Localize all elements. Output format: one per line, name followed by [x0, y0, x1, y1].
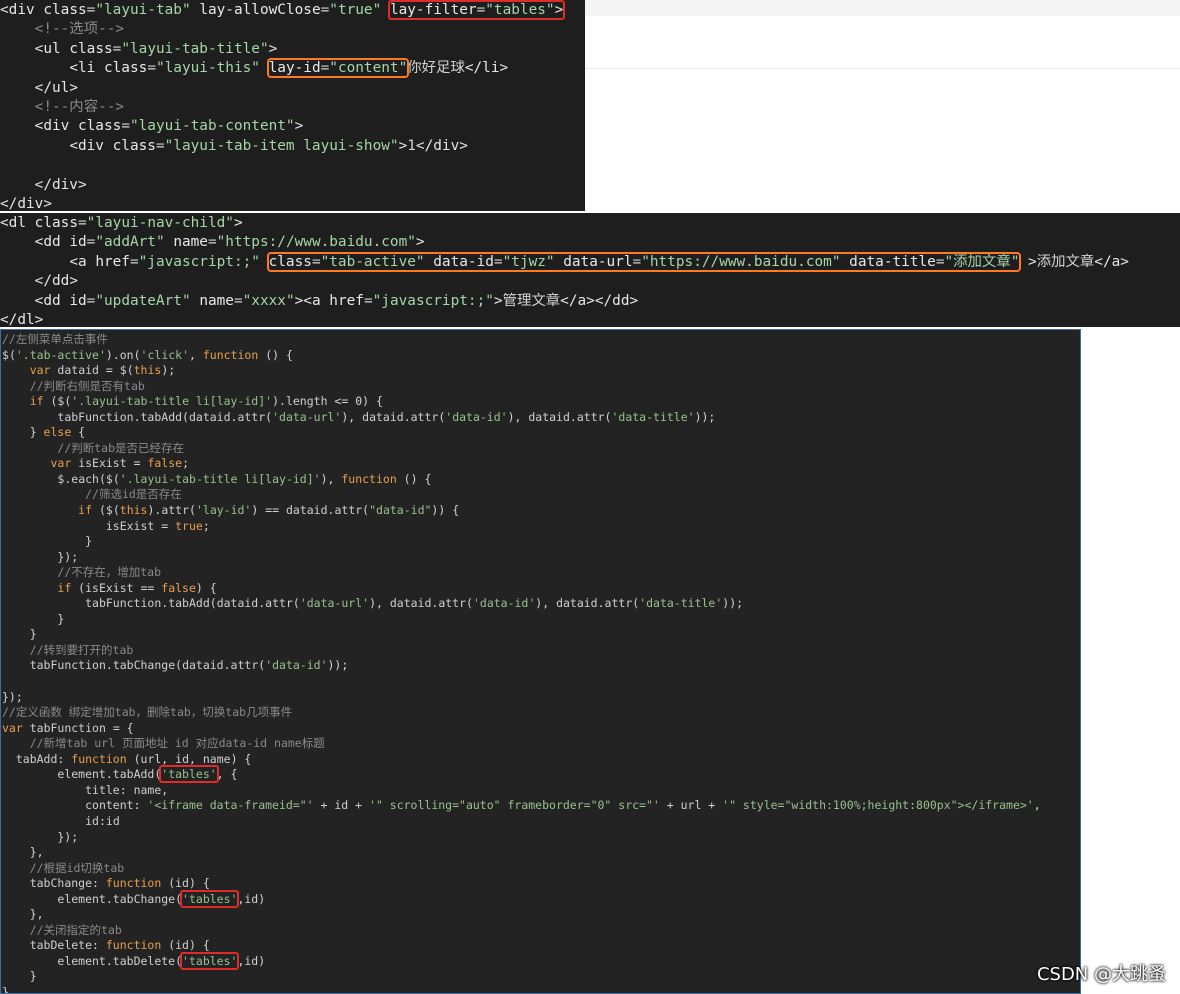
code-line: <!--内容--> [34, 99, 125, 116]
code-line: //判断右侧是否有tab [29, 378, 145, 393]
code-line: } [2, 611, 65, 626]
code-line: }); [2, 689, 23, 704]
code-line: }); [2, 829, 79, 844]
code-line: } [2, 984, 9, 994]
code-block-js: //左侧菜单点击事件 $('.tab-active').on('click', f… [1, 330, 1080, 994]
code-line: //左侧菜单点击事件 [2, 332, 108, 346]
code-line: element.tabChange('tables',id) [57, 889, 266, 908]
top-bar [585, 0, 1180, 16]
code-line: //不存在，增加tab [57, 565, 162, 580]
highlight-box: 'tables' [180, 951, 240, 970]
code-line: if ($('.layui-tab-title li[lay-id]').len… [29, 394, 383, 409]
code-line: //根据id切换tab [29, 860, 125, 875]
code-line: //判断tab是否已经存在 [57, 440, 185, 455]
code-line: tabAdd: function (url, id, name) { [15, 751, 252, 766]
code-line: <li class="layui-this" lay-id="content"你… [69, 58, 509, 79]
code-line: }, [2, 845, 44, 860]
code-line: isExist = true; [105, 518, 210, 533]
code-line: //筛选id是否存在 [85, 487, 182, 502]
code-line: //转到要打开的tab [29, 642, 134, 657]
code-line: ​ [2, 674, 1080, 690]
code-line: content: '<iframe data-frameid="' + id +… [85, 798, 1041, 813]
code-line: </ul> [34, 79, 78, 96]
code-line: </dd> [34, 273, 78, 290]
code-line: } [2, 627, 37, 642]
code-line: <div class="layui-tab-item layui-show">1… [69, 137, 468, 154]
code-line: //关闭指定的tab [29, 922, 122, 937]
code-line: </div> [34, 176, 87, 193]
html-nav-code-panel: <dl class="layui-nav-child"> <dd id="add… [0, 213, 1180, 327]
code-line: var tabFunction = { [2, 720, 134, 735]
csdn-watermark: CSDN @大跳蚤 [1036, 964, 1166, 985]
js-code-panel: //左侧菜单点击事件 $('.tab-active').on('click', f… [0, 329, 1081, 994]
code-line: } [2, 969, 37, 984]
highlight-box: lay-id="content" [266, 58, 410, 79]
code-line: <div class="layui-tab" lay-allowClose="t… [0, 0, 566, 20]
code-line: </dl> [0, 312, 44, 327]
code-line: <dl class="layui-nav-child"> [0, 215, 243, 231]
highlight-box: lay-filter="tables"> [387, 0, 566, 20]
blank-area [585, 0, 1180, 213]
code-line: <div class="layui-tab-content"> [34, 118, 304, 135]
highlight-box: 'tables' [159, 765, 219, 784]
code-line: tabFunction.tabChange(dataid.attr('data-… [29, 658, 349, 673]
code-block-nav: <dl class="layui-nav-child"> <dd id="add… [0, 213, 1180, 327]
code-line: var dataid = $(this); [29, 363, 176, 378]
highlight-box: class="tab-active" data-id="tjwz" data-u… [266, 251, 1022, 272]
code-line: ​ [0, 156, 585, 175]
code-block-tab: <div class="layui-tab" lay-allowClose="t… [0, 0, 585, 211]
code-line: if (isExist == false) { [57, 580, 217, 595]
code-line: element.tabDelete('tables',id) [57, 951, 266, 970]
highlight-box: 'tables' [180, 889, 240, 908]
code-line: tabDelete: function (id) { [29, 938, 210, 953]
code-line: </div> [0, 196, 52, 211]
code-line: $('.tab-active').on('click', function ()… [2, 347, 293, 362]
code-line: if ($(this).attr('lay-id') == dataid.att… [78, 503, 460, 518]
code-line: <dd id="updateArt" name="xxxx"><a href="… [34, 292, 639, 309]
code-line: tabFunction.tabAdd(dataid.attr('data-url… [85, 596, 744, 611]
code-line: //新增tab url 页面地址 id 对应data-id name标题 [29, 736, 325, 751]
html-tab-code-panel: <div class="layui-tab" lay-allowClose="t… [0, 0, 585, 211]
code-line: tabFunction.tabAdd(dataid.attr('data-url… [57, 409, 716, 424]
code-line: <a href="javascript:;" class="tab-active… [69, 251, 1129, 272]
code-line: var isExist = false; [50, 456, 189, 471]
code-line: } [2, 534, 93, 549]
code-line: element.tabAdd('tables', { [57, 765, 238, 784]
code-line: title: name, [85, 782, 169, 797]
divider [585, 68, 1180, 69]
code-line: } else { [2, 425, 86, 440]
code-line: }, [2, 907, 44, 922]
code-line: tabChange: function (id) { [29, 876, 210, 891]
code-line: <!--选项--> [34, 21, 125, 38]
code-line: id:id [85, 813, 120, 828]
code-line: $.each($('.layui-tab-title li[lay-id]'),… [57, 471, 432, 486]
code-line: }); [2, 549, 79, 564]
code-line: <ul class="layui-tab-title"> [34, 40, 278, 57]
code-line: //定义函数 绑定增加tab，删除tab，切换tab几项事件 [2, 705, 293, 720]
code-line: <dd id="addArt" name="https://www.baidu.… [34, 234, 425, 251]
